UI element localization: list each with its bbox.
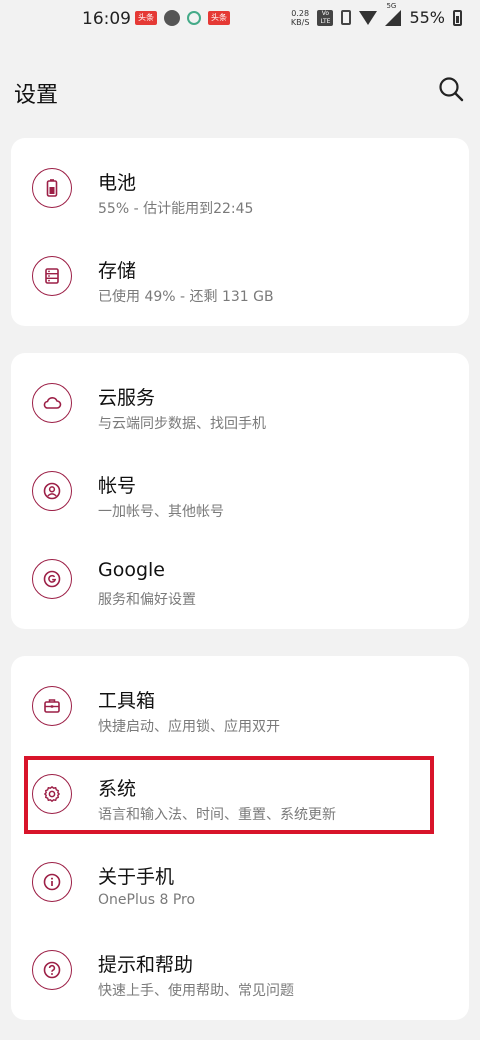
settings-group-accounts: 云服务 与云端同步数据、找回手机 帐号 一加帐号、其他帐号 Google 服务和… bbox=[11, 353, 469, 629]
settings-item-account[interactable]: 帐号 一加帐号、其他帐号 bbox=[11, 447, 469, 535]
volte-icon: Vo LTE bbox=[317, 9, 334, 26]
cellular-signal: 5G bbox=[385, 2, 402, 26]
toolbox-icon bbox=[32, 686, 72, 726]
notification-icons: 头条 头条 bbox=[135, 10, 230, 26]
toutiao-notification-icon-2: 头条 bbox=[208, 11, 230, 25]
page-title: 设置 bbox=[14, 83, 59, 108]
settings-item-title: 关于手机 bbox=[98, 866, 175, 888]
battery-icon bbox=[32, 168, 72, 208]
wifi-icon bbox=[359, 10, 378, 25]
settings-group-system: 工具箱 快捷启动、应用锁、应用双开 系统 语言和输入法、时间、重置、系统更新 关… bbox=[11, 656, 469, 1020]
settings-item-tips-help[interactable]: 提示和帮助 快速上手、使用帮助、常见问题 bbox=[11, 926, 469, 1014]
app-notification-icon bbox=[164, 10, 180, 26]
status-bar: 16:09 头条 头条 0.28 KB/S Vo LTE 5G 55% bbox=[0, 0, 480, 40]
settings-item-subtitle: 快捷启动、应用锁、应用双开 bbox=[98, 719, 280, 735]
settings-item-subtitle: 快速上手、使用帮助、常见问题 bbox=[98, 983, 294, 999]
settings-item-subtitle: 与云端同步数据、找回手机 bbox=[98, 416, 266, 432]
network-speed: 0.28 KB/S bbox=[291, 9, 310, 27]
google-icon bbox=[32, 559, 72, 599]
settings-item-title: 存储 bbox=[98, 260, 137, 282]
settings-item-title: Google bbox=[98, 559, 166, 581]
help-icon bbox=[32, 950, 72, 990]
settings-item-title: 帐号 bbox=[98, 475, 137, 497]
settings-group-device: 电池 55% - 估计能用到22:45 存储 已使用 49% - 还剩 131 … bbox=[11, 138, 469, 326]
network-speed-unit: KB/S bbox=[290, 17, 310, 27]
battery-status-icon bbox=[453, 9, 462, 26]
highlight-box bbox=[24, 756, 434, 834]
vibrate-icon bbox=[341, 10, 352, 25]
settings-item-subtitle: 已使用 49% - 还剩 131 GB bbox=[98, 289, 274, 305]
settings-item-title: 电池 bbox=[98, 172, 137, 194]
search-icon bbox=[439, 77, 464, 102]
settings-item-subtitle: 一加帐号、其他帐号 bbox=[98, 504, 224, 520]
info-icon bbox=[32, 862, 72, 902]
cloud-icon bbox=[32, 383, 72, 423]
settings-item-google[interactable]: Google 服务和偏好设置 bbox=[11, 535, 469, 623]
settings-item-title: 提示和帮助 bbox=[98, 954, 194, 976]
search-button[interactable] bbox=[436, 74, 466, 104]
network-type: 5G bbox=[386, 1, 397, 10]
settings-item-subtitle: 55% - 估计能用到22:45 bbox=[98, 201, 254, 217]
toutiao-notification-icon: 头条 bbox=[135, 11, 157, 25]
signal-icon bbox=[385, 9, 402, 26]
settings-item-subtitle: 服务和偏好设置 bbox=[98, 592, 196, 608]
settings-item-battery[interactable]: 电池 55% - 估计能用到22:45 bbox=[11, 144, 469, 232]
settings-item-toolbox[interactable]: 工具箱 快捷启动、应用锁、应用双开 bbox=[11, 662, 469, 750]
status-time: 16:09 bbox=[82, 9, 131, 29]
settings-item-cloud[interactable]: 云服务 与云端同步数据、找回手机 bbox=[11, 359, 469, 447]
storage-icon bbox=[32, 256, 72, 296]
battery-percent: 55% bbox=[409, 8, 445, 27]
network-speed-value: 0.28 bbox=[291, 8, 310, 18]
settings-item-subtitle: OnePlus 8 Pro bbox=[98, 892, 196, 908]
settings-item-storage[interactable]: 存储 已使用 49% - 还剩 131 GB bbox=[11, 232, 469, 320]
settings-item-about-phone[interactable]: 关于手机 OnePlus 8 Pro bbox=[11, 838, 469, 926]
camera-notification-icon bbox=[187, 11, 201, 25]
status-indicators: 0.28 KB/S Vo LTE 5G 55% bbox=[291, 2, 462, 27]
settings-item-title: 云服务 bbox=[98, 387, 156, 409]
account-icon bbox=[32, 471, 72, 511]
settings-item-title: 工具箱 bbox=[98, 690, 156, 712]
